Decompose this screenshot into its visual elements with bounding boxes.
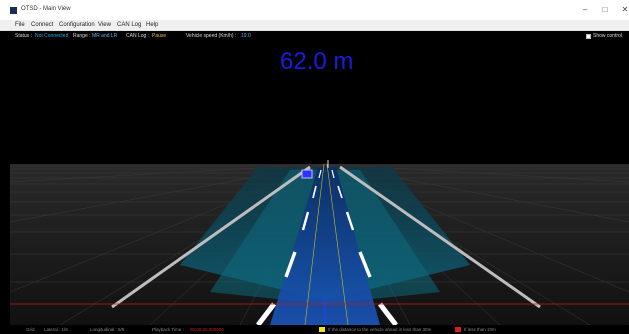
radar-scene bbox=[9, 160, 629, 325]
maximize-icon[interactable]: □ bbox=[599, 4, 611, 16]
menu-bar: File Connect Configuration View CAN Log … bbox=[0, 20, 629, 31]
lateral-value[interactable]: Lateral : 1/8 bbox=[44, 326, 68, 333]
target-vehicle-box bbox=[301, 169, 313, 179]
can-log-value: Pause bbox=[152, 33, 167, 39]
status-line: Status : Not Connected Range : MR and LR… bbox=[0, 31, 629, 42]
menu-configuration[interactable]: Configuration bbox=[59, 21, 95, 30]
minimize-icon[interactable]: – bbox=[579, 4, 591, 16]
app-icon bbox=[10, 7, 17, 14]
playback-value: 00:00:00.000000 bbox=[190, 327, 224, 332]
show-control-checkbox[interactable] bbox=[586, 34, 591, 39]
menu-connect[interactable]: Connect bbox=[31, 21, 53, 30]
close-icon[interactable]: ✕ bbox=[619, 4, 629, 16]
menu-file[interactable]: File bbox=[15, 21, 25, 30]
playback-label: Playback Time : bbox=[152, 327, 184, 332]
can-log-label: CAN Log : bbox=[126, 33, 150, 39]
legend-yellow-swatch bbox=[319, 327, 325, 332]
menu-help[interactable]: Help bbox=[146, 21, 158, 30]
status-value: Not Connected bbox=[35, 33, 69, 39]
range-value: MR and LR bbox=[92, 33, 118, 39]
menu-can-log[interactable]: CAN Log bbox=[117, 21, 141, 30]
status-label: Status : bbox=[15, 33, 32, 39]
legend-red-label: If less than 10m bbox=[464, 327, 496, 332]
legend-yellow-label: If the distance to the vehicle ahead is … bbox=[328, 327, 432, 332]
speed-value: 19.0 bbox=[241, 33, 251, 39]
menu-view[interactable]: View bbox=[98, 21, 111, 30]
window-title: OTSD - Main View bbox=[21, 6, 71, 12]
speed-label: Vehicle speed (Km/h) : bbox=[186, 33, 237, 39]
legend-red-swatch bbox=[455, 327, 461, 332]
show-control-label: Show control bbox=[593, 33, 622, 39]
grid-label: Grid bbox=[26, 327, 35, 332]
title-bar: OTSD - Main View – □ ✕ bbox=[0, 0, 629, 20]
bottom-bar: Grid Lateral : 1/8 Longitudinal : 5/8 Pl… bbox=[0, 325, 629, 334]
longitudinal-value[interactable]: Longitudinal : 5/8 bbox=[90, 326, 124, 333]
range-label: Range : bbox=[73, 33, 91, 39]
